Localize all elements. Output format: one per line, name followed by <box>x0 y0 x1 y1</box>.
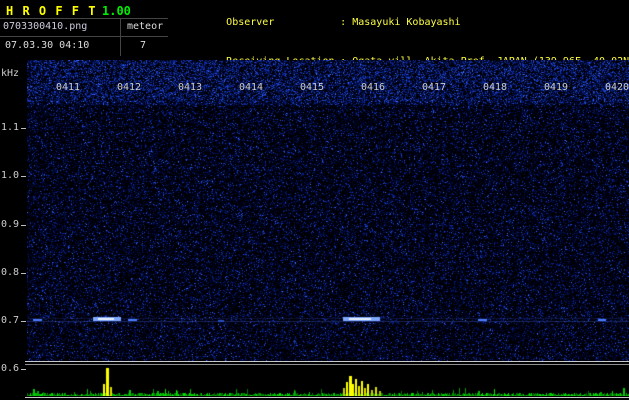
bottom-border-line <box>25 397 629 398</box>
hrofft-window: H R O F F T 1.00 0703300410.png meteor 0… <box>0 0 629 400</box>
time-tick-label: 0417 <box>421 82 447 93</box>
freq-tick-label: 0.7 <box>1 315 20 326</box>
strip-separator-lower <box>25 364 629 365</box>
time-tick-label: 0420 <box>604 82 629 93</box>
time-tick-label: 0416 <box>360 82 386 93</box>
freq-tick-mark <box>21 273 26 274</box>
output-filename: 0703300410.png <box>3 21 88 32</box>
spectrogram-canvas <box>27 60 629 361</box>
freq-tick-mark <box>21 225 26 226</box>
freq-tick-label: 1.1 <box>1 122 20 133</box>
time-tick-label: 0411 <box>55 82 81 93</box>
freq-tick-mark <box>21 128 26 129</box>
freq-tick-label: 1.0 <box>1 170 20 181</box>
info-value: : Masayuki Kobayashi <box>340 17 461 28</box>
info-row-observer: Observer : Masayuki Kobayashi <box>178 3 629 42</box>
info-label: Observer <box>226 17 275 28</box>
freq-tick-mark <box>21 176 26 177</box>
strip-separator-upper <box>25 361 629 362</box>
header: H R O F F T 1.00 0703300410.png meteor 0… <box>0 0 629 145</box>
freq-tick-mark <box>21 321 26 322</box>
freq-tick-label: 0.9 <box>1 219 20 230</box>
time-tick-label: 0413 <box>177 82 203 93</box>
time-tick-label: 0419 <box>543 82 569 93</box>
header-divider-top <box>0 18 168 19</box>
app-title: H R O F F T <box>6 4 97 18</box>
app-version: 1.00 <box>102 4 131 18</box>
time-tick-label: 0418 <box>482 82 508 93</box>
echo-count: 7 <box>140 40 147 51</box>
timestamp: 07.03.30 04:10 <box>5 40 90 51</box>
header-divider-mid <box>0 36 168 37</box>
time-tick-label: 0414 <box>238 82 264 93</box>
freq-tick-label: 0.6 <box>1 363 20 374</box>
freq-axis-unit: kHz <box>1 68 20 79</box>
freq-tick-label: 0.8 <box>1 267 20 278</box>
mode-label: meteor <box>127 21 164 32</box>
signal-level-strip <box>27 366 629 396</box>
freq-tick-mark <box>21 369 26 370</box>
time-tick-label: 0412 <box>116 82 142 93</box>
time-tick-label: 0415 <box>299 82 325 93</box>
header-divider-vertical <box>120 18 121 56</box>
